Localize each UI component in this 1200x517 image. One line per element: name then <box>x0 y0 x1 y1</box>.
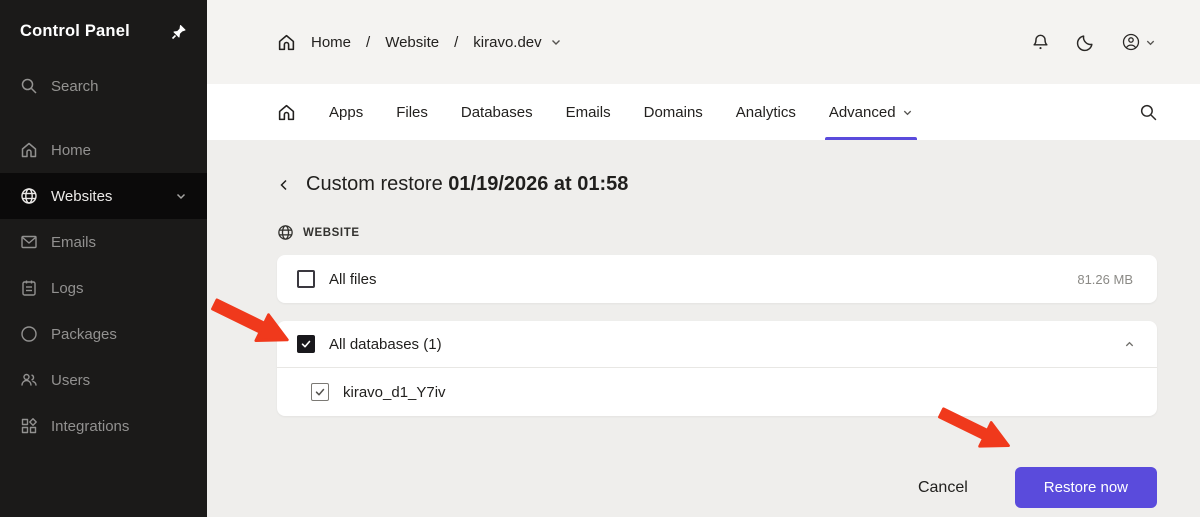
back-button[interactable] <box>277 178 291 192</box>
tab-files[interactable]: Files <box>396 84 428 140</box>
tab-advanced[interactable]: Advanced <box>824 84 917 140</box>
check-icon <box>315 388 325 396</box>
chevron-down-icon <box>1146 40 1155 45</box>
sidebar-item-packages[interactable]: Packages <box>0 311 207 357</box>
main-area: Home / Website / kiravo.dev Apps Files D… <box>207 0 1200 517</box>
tab-analytics[interactable]: Analytics <box>736 84 796 140</box>
sidebar-item-label: Integrations <box>51 417 130 435</box>
sidebar-header: Control Panel <box>0 0 207 41</box>
page-title-date: 01/19/2026 at 01:58 <box>448 173 629 195</box>
breadcrumb-separator: / <box>454 33 459 51</box>
breadcrumb: Home / Website / kiravo.dev <box>277 33 562 52</box>
sidebar-item-label: Users <box>51 371 91 389</box>
sidebar: Control Panel Search Home Websites Email… <box>0 0 207 517</box>
page-title-regular: Custom restore <box>306 173 443 195</box>
sidebar-item-label: Websites <box>51 187 113 205</box>
breadcrumb-home[interactable]: Home <box>311 34 351 51</box>
all-files-size: 81.26 MB <box>1077 271 1133 287</box>
all-databases-card: All databases (1) kiravo_d1_Y7iv <box>277 321 1157 416</box>
sidebar-item-websites[interactable]: Websites <box>0 173 207 219</box>
chevron-down-icon <box>551 40 560 45</box>
check-icon <box>301 340 311 348</box>
database-row: kiravo_d1_Y7iv <box>277 368 1157 416</box>
breadcrumb-website[interactable]: Website <box>385 34 439 51</box>
website-section-label: WEBSITE <box>277 224 1157 241</box>
bell-icon[interactable] <box>1031 33 1050 52</box>
tab-apps[interactable]: Apps <box>329 84 363 140</box>
mail-icon <box>20 233 38 251</box>
tab-domains[interactable]: Domains <box>644 84 703 140</box>
topbar: Home / Website / kiravo.dev <box>207 0 1200 84</box>
globe-icon <box>278 225 293 240</box>
all-databases-row: All databases (1) <box>277 321 1157 368</box>
all-files-left: All files <box>297 270 377 288</box>
collapse-button[interactable] <box>1124 339 1135 350</box>
sidebar-item-integrations[interactable]: Integrations <box>0 403 207 449</box>
app-title: Control Panel <box>20 22 130 40</box>
chevron-left-icon <box>280 179 287 190</box>
all-databases-checkbox[interactable] <box>297 335 315 353</box>
sidebar-item-emails[interactable]: Emails <box>0 219 207 265</box>
content: Custom restore 01/19/2026 at 01:58 WEBSI… <box>207 140 1200 517</box>
sidebar-item-label: Emails <box>51 233 97 251</box>
sidebar-item-home[interactable]: Home <box>0 127 207 173</box>
user-circle-icon <box>1122 33 1140 51</box>
sidebar-item-label: Logs <box>51 279 84 297</box>
globe-icon <box>20 187 38 205</box>
account-menu[interactable] <box>1121 32 1156 52</box>
breadcrumb-domain-label: kiravo.dev <box>473 33 542 51</box>
footer-actions: Cancel Restore now <box>918 467 1157 508</box>
search-icon[interactable] <box>1139 103 1158 122</box>
home-icon[interactable] <box>277 33 296 52</box>
breadcrumb-domain[interactable]: kiravo.dev <box>473 34 561 51</box>
tab-databases[interactable]: Databases <box>461 84 533 140</box>
users-icon <box>20 371 38 389</box>
sidebar-nav: Home Websites Emails Logs Packages Users… <box>0 127 207 449</box>
breadcrumb-separator: / <box>366 33 371 51</box>
home-icon <box>20 141 38 159</box>
integrations-icon <box>20 417 38 435</box>
sidebar-search[interactable]: Search <box>0 65 207 107</box>
search-icon <box>20 77 38 95</box>
database-label: kiravo_d1_Y7iv <box>343 383 446 401</box>
all-databases-label: All databases (1) <box>329 335 442 353</box>
chevron-down-icon <box>175 190 187 202</box>
tab-home-icon[interactable] <box>277 103 296 122</box>
chevron-down-icon <box>903 110 911 115</box>
pin-icon[interactable] <box>171 24 187 40</box>
moon-icon[interactable] <box>1076 33 1095 52</box>
chevron-up-icon <box>1125 341 1134 346</box>
all-files-checkbox[interactable] <box>297 270 315 288</box>
sidebar-item-logs[interactable]: Logs <box>0 265 207 311</box>
section-label-text: WEBSITE <box>303 226 360 239</box>
restore-now-button[interactable]: Restore now <box>1014 467 1157 508</box>
tabbar: Apps Files Databases Emails Domains Anal… <box>207 84 1200 140</box>
circle-icon <box>20 325 38 343</box>
page-title: Custom restore 01/19/2026 at 01:58 <box>306 173 628 196</box>
logs-icon <box>20 279 38 297</box>
sidebar-item-label: Home <box>51 141 92 159</box>
tab-emails[interactable]: Emails <box>566 84 611 140</box>
all-files-row: All files 81.26 MB <box>277 255 1157 303</box>
all-files-label: All files <box>329 270 377 288</box>
cancel-button[interactable]: Cancel <box>918 479 968 497</box>
database-checkbox[interactable] <box>311 383 329 401</box>
sidebar-item-users[interactable]: Users <box>0 357 207 403</box>
sidebar-item-label: Packages <box>51 325 117 343</box>
page-head: Custom restore 01/19/2026 at 01:58 <box>277 173 1157 196</box>
tab-advanced-label: Advanced <box>828 103 896 121</box>
sidebar-search-label: Search <box>51 77 99 95</box>
topbar-actions <box>1031 32 1156 52</box>
